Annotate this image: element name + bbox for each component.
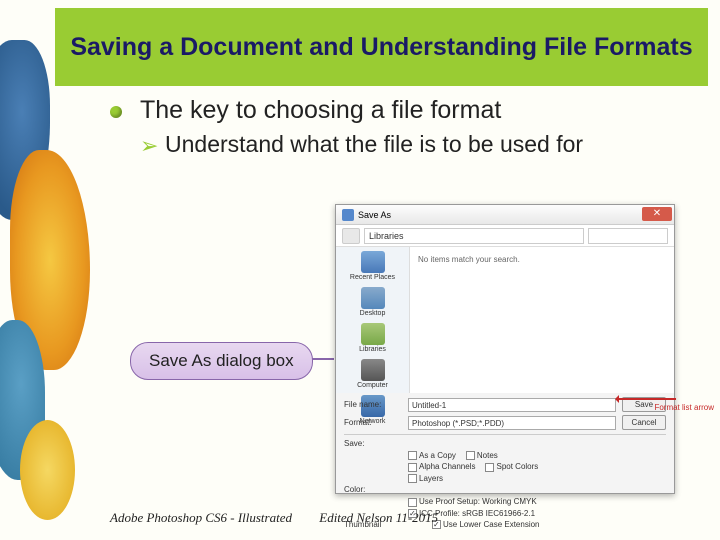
save-as-dialog: Save As ✕ Libraries Recent Places Deskto… [335, 204, 675, 494]
footer-right: Edited Nelson 11-2015 [319, 510, 438, 525]
arrow-bullet-icon: ➢ [140, 133, 158, 159]
filename-field[interactable]: Untitled-1 [408, 398, 616, 412]
desktop-icon [361, 287, 385, 309]
close-button[interactable]: ✕ [642, 207, 672, 221]
file-list-area: No items match your search. [410, 247, 674, 393]
sub-point-text: Understand what the file is to be used f… [165, 131, 583, 157]
path-field[interactable]: Libraries [364, 228, 584, 244]
app-icon [342, 209, 354, 221]
slide-title: Saving a Document and Understanding File… [70, 32, 692, 62]
empty-message: No items match your search. [418, 255, 520, 264]
opt-layers[interactable]: Layers [408, 474, 443, 483]
opt-spot[interactable]: Spot Colors [485, 462, 538, 471]
sidebar-libraries[interactable]: Libraries [338, 323, 407, 353]
annotation-arrow [616, 398, 676, 400]
computer-icon [361, 359, 385, 381]
slide-content: The key to choosing a file format ➢ Unde… [110, 96, 700, 158]
save-options-label: Save: [344, 439, 402, 448]
color-label: Color: [344, 485, 402, 494]
libraries-icon [361, 323, 385, 345]
opt-proof[interactable]: Use Proof Setup: Working CMYK [408, 497, 537, 506]
bullet-icon [110, 106, 122, 118]
sidebar-desktop[interactable]: Desktop [338, 287, 407, 317]
dialog-nav: Libraries [336, 225, 674, 247]
sub-bullet-row: ➢ Understand what the file is to be used… [110, 131, 700, 158]
dialog-title: Save As [358, 210, 391, 220]
cancel-button[interactable]: Cancel [622, 415, 666, 430]
sidebar-recent[interactable]: Recent Places [338, 251, 407, 281]
slide-footer: Adobe Photoshop CS6 - Illustrated Edited… [110, 510, 462, 526]
recent-icon [361, 251, 385, 273]
main-bullet-row: The key to choosing a file format [110, 96, 700, 125]
dialog-sidebar: Recent Places Desktop Libraries Computer… [336, 247, 410, 393]
main-point-text: The key to choosing a file format [140, 96, 501, 124]
format-label: Format: [344, 418, 402, 427]
format-dropdown[interactable]: Photoshop (*.PSD;*.PDD) [408, 416, 616, 430]
dialog-titlebar: Save As ✕ [336, 205, 674, 225]
opt-alpha[interactable]: Alpha Channels [408, 462, 475, 471]
search-field[interactable] [588, 228, 668, 244]
footer-left: Adobe Photoshop CS6 - Illustrated [110, 510, 292, 525]
opt-as-copy[interactable]: As a Copy [408, 451, 456, 460]
callout-label: Save As dialog box [130, 342, 313, 380]
annotation-label: Format list arrow [654, 404, 714, 413]
sidebar-computer[interactable]: Computer [338, 359, 407, 389]
back-button[interactable] [342, 228, 360, 244]
filename-label: File name: [344, 400, 402, 409]
opt-notes[interactable]: Notes [466, 451, 498, 460]
title-band: Saving a Document and Understanding File… [55, 8, 708, 86]
